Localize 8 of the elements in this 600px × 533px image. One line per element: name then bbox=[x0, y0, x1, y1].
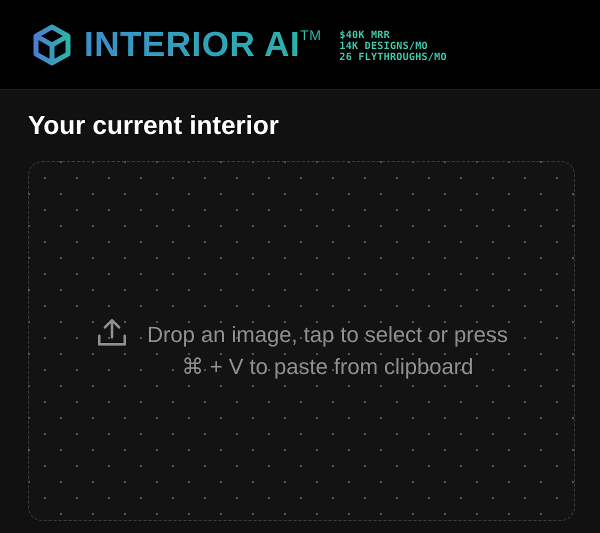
dropzone-text: Drop an image, tap to select or press bbox=[147, 322, 508, 348]
stat-text: 14K DESIGNS/MO bbox=[339, 41, 429, 52]
stat-text: 26 FLYTHROUGHS/MO bbox=[339, 52, 447, 63]
stat-text: $40K MRR bbox=[339, 30, 391, 41]
dropzone-text: ⌘ + V to paste from clipboard bbox=[182, 354, 474, 380]
cube-logo-icon bbox=[32, 24, 72, 66]
section-title: Your current interior bbox=[28, 110, 280, 141]
image-dropzone[interactable]: Drop an image, tap to select or press ⌘ + V to paste from clipboard bbox=[28, 161, 575, 521]
